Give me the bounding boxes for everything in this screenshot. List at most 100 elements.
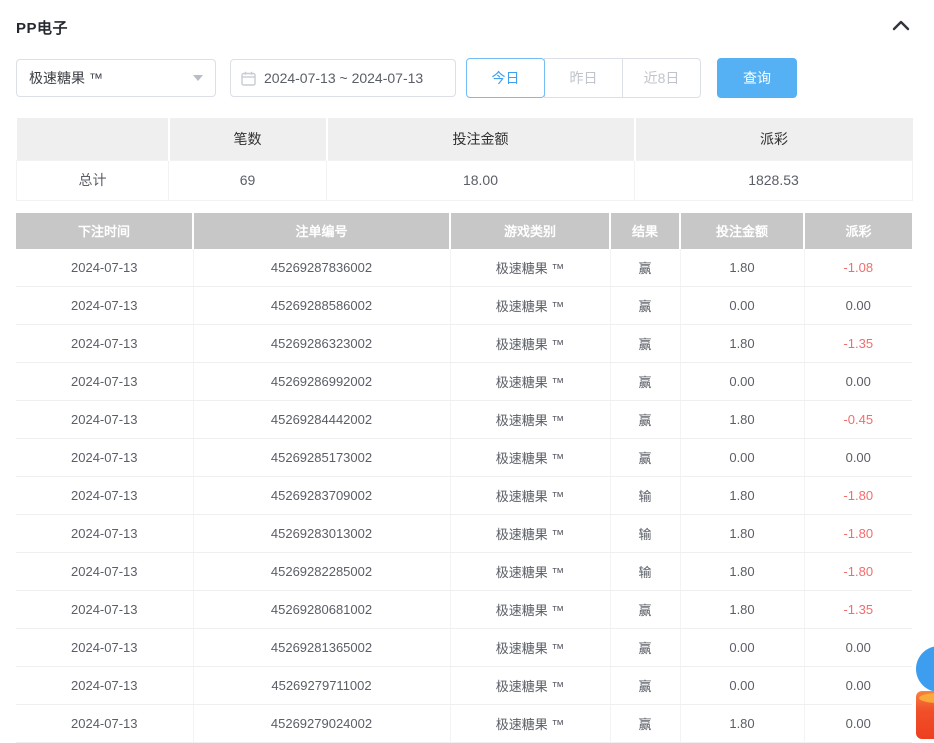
column-header: 笔数 <box>169 118 327 160</box>
column-header: 派彩 <box>804 213 912 249</box>
table-cell: 输 <box>610 477 680 515</box>
table-cell: 2024-07-13 <box>16 667 193 705</box>
table-cell: 1828.53 <box>635 160 913 200</box>
table-cell: 2024-07-13 <box>16 401 193 439</box>
table-cell: 45269288586002 <box>193 287 450 325</box>
table-cell: 极速糖果 ™ <box>450 629 610 667</box>
date-range-picker[interactable]: 2024-07-13 ~ 2024-07-13 <box>230 59 456 97</box>
table-row: 2024-07-1345269283013002极速糖果 ™输1.80-1.80 <box>16 515 912 553</box>
column-header: 游戏类别 <box>450 213 610 249</box>
chevron-up-icon <box>892 18 910 36</box>
table-cell: 0.00 <box>804 363 912 401</box>
table-row: 2024-07-1345269287836002极速糖果 ™赢1.80-1.08 <box>16 249 912 287</box>
date-range-value: 2024-07-13 ~ 2024-07-13 <box>264 70 423 86</box>
table-cell: 极速糖果 ™ <box>450 553 610 591</box>
table-cell: 0.00 <box>680 629 804 667</box>
table-cell: 0.00 <box>804 629 912 667</box>
table-cell: 1.80 <box>680 553 804 591</box>
table-cell: 极速糖果 ™ <box>450 705 610 743</box>
bets-table-body: 2024-07-1345269287836002极速糖果 ™赢1.80-1.08… <box>16 249 912 743</box>
filter-toolbar: 极速糖果 ™ 2024-07-13 ~ 2024-07-13 今日 昨日 近8日… <box>16 58 912 98</box>
summary-header-row: 笔数投注金额派彩 <box>17 118 913 160</box>
column-header: 投注金额 <box>680 213 804 249</box>
table-cell: 0.00 <box>680 363 804 401</box>
game-select-value: 极速糖果 ™ <box>29 68 103 88</box>
table-cell: -1.80 <box>804 515 912 553</box>
table-cell: 45269286323002 <box>193 325 450 363</box>
table-cell: 赢 <box>610 401 680 439</box>
table-cell: 45269283013002 <box>193 515 450 553</box>
table-cell: 1.80 <box>680 477 804 515</box>
table-cell: 2024-07-13 <box>16 439 193 477</box>
game-select[interactable]: 极速糖果 ™ <box>16 59 216 97</box>
table-cell: 0.00 <box>680 439 804 477</box>
filter-yesterday-button[interactable]: 昨日 <box>544 58 623 98</box>
table-cell: 极速糖果 ™ <box>450 249 610 287</box>
table-cell: 赢 <box>610 591 680 629</box>
table-cell: 45269281365002 <box>193 629 450 667</box>
table-cell: 0.00 <box>804 667 912 705</box>
summary-table-body: 总计6918.001828.53 <box>17 160 913 200</box>
table-cell: 45269282285002 <box>193 553 450 591</box>
table-cell: 45269280681002 <box>193 591 450 629</box>
table-cell: 1.80 <box>680 705 804 743</box>
table-cell: 1.80 <box>680 325 804 363</box>
table-cell: 2024-07-13 <box>16 249 193 287</box>
column-header: 注单编号 <box>193 213 450 249</box>
table-row: 2024-07-1345269279711002极速糖果 ™赢0.000.00 <box>16 667 912 705</box>
table-cell: 2024-07-13 <box>16 553 193 591</box>
table-cell: 极速糖果 ™ <box>450 515 610 553</box>
table-cell: 输 <box>610 515 680 553</box>
table-cell: 2024-07-13 <box>16 287 193 325</box>
bets-header-row: 下注时间注单编号游戏类别结果投注金额派彩 <box>16 213 912 249</box>
table-cell: 2024-07-13 <box>16 363 193 401</box>
table-cell: 总计 <box>17 160 169 200</box>
table-cell: 0.00 <box>804 705 912 743</box>
pp-electronic-panel: PP电子 极速糖果 ™ 2024-07-13 ~ 2024-07-13 <box>0 0 934 743</box>
table-cell: 极速糖果 ™ <box>450 287 610 325</box>
table-cell: 69 <box>169 160 327 200</box>
table-cell: 2024-07-13 <box>16 591 193 629</box>
table-row: 2024-07-1345269281365002极速糖果 ™赢0.000.00 <box>16 629 912 667</box>
column-header <box>17 118 169 160</box>
table-cell: 2024-07-13 <box>16 325 193 363</box>
column-header: 下注时间 <box>16 213 193 249</box>
table-cell: 2024-07-13 <box>16 705 193 743</box>
table-cell: 45269283709002 <box>193 477 450 515</box>
table-cell: 0.00 <box>804 287 912 325</box>
table-cell: -0.45 <box>804 401 912 439</box>
table-cell: 45269287836002 <box>193 249 450 287</box>
table-row: 2024-07-1345269282285002极速糖果 ™输1.80-1.80 <box>16 553 912 591</box>
bets-table-head: 下注时间注单编号游戏类别结果投注金额派彩 <box>16 213 912 249</box>
table-row: 2024-07-1345269283709002极速糖果 ™输1.80-1.80 <box>16 477 912 515</box>
table-cell: 极速糖果 ™ <box>450 325 610 363</box>
table-cell: 赢 <box>610 667 680 705</box>
table-cell: 极速糖果 ™ <box>450 477 610 515</box>
table-cell: 0.00 <box>680 287 804 325</box>
table-cell: 极速糖果 ™ <box>450 439 610 477</box>
table-row: 2024-07-1345269279024002极速糖果 ™赢1.800.00 <box>16 705 912 743</box>
table-cell: 45269286992002 <box>193 363 450 401</box>
quick-filter-group: 今日 昨日 近8日 <box>466 58 701 98</box>
table-cell: 赢 <box>610 325 680 363</box>
table-cell: 1.80 <box>680 249 804 287</box>
column-header: 结果 <box>610 213 680 249</box>
table-cell: 赢 <box>610 629 680 667</box>
calendar-icon <box>241 71 256 86</box>
filter-last8days-button[interactable]: 近8日 <box>622 58 701 98</box>
table-cell: 0.00 <box>804 439 912 477</box>
table-cell: 1.80 <box>680 401 804 439</box>
filter-today-button[interactable]: 今日 <box>466 58 545 98</box>
page-title: PP电子 <box>16 17 68 38</box>
column-header: 派彩 <box>635 118 913 160</box>
promo-red-packet-icon[interactable] <box>916 691 934 739</box>
table-cell: -1.35 <box>804 591 912 629</box>
table-cell: 45269285173002 <box>193 439 450 477</box>
table-cell: 极速糖果 ™ <box>450 363 610 401</box>
table-cell: 输 <box>610 553 680 591</box>
table-cell: -1.80 <box>804 477 912 515</box>
table-cell: -1.80 <box>804 553 912 591</box>
table-cell: 45269279024002 <box>193 705 450 743</box>
collapse-panel-button[interactable] <box>890 16 912 38</box>
search-button[interactable]: 查询 <box>717 58 797 98</box>
